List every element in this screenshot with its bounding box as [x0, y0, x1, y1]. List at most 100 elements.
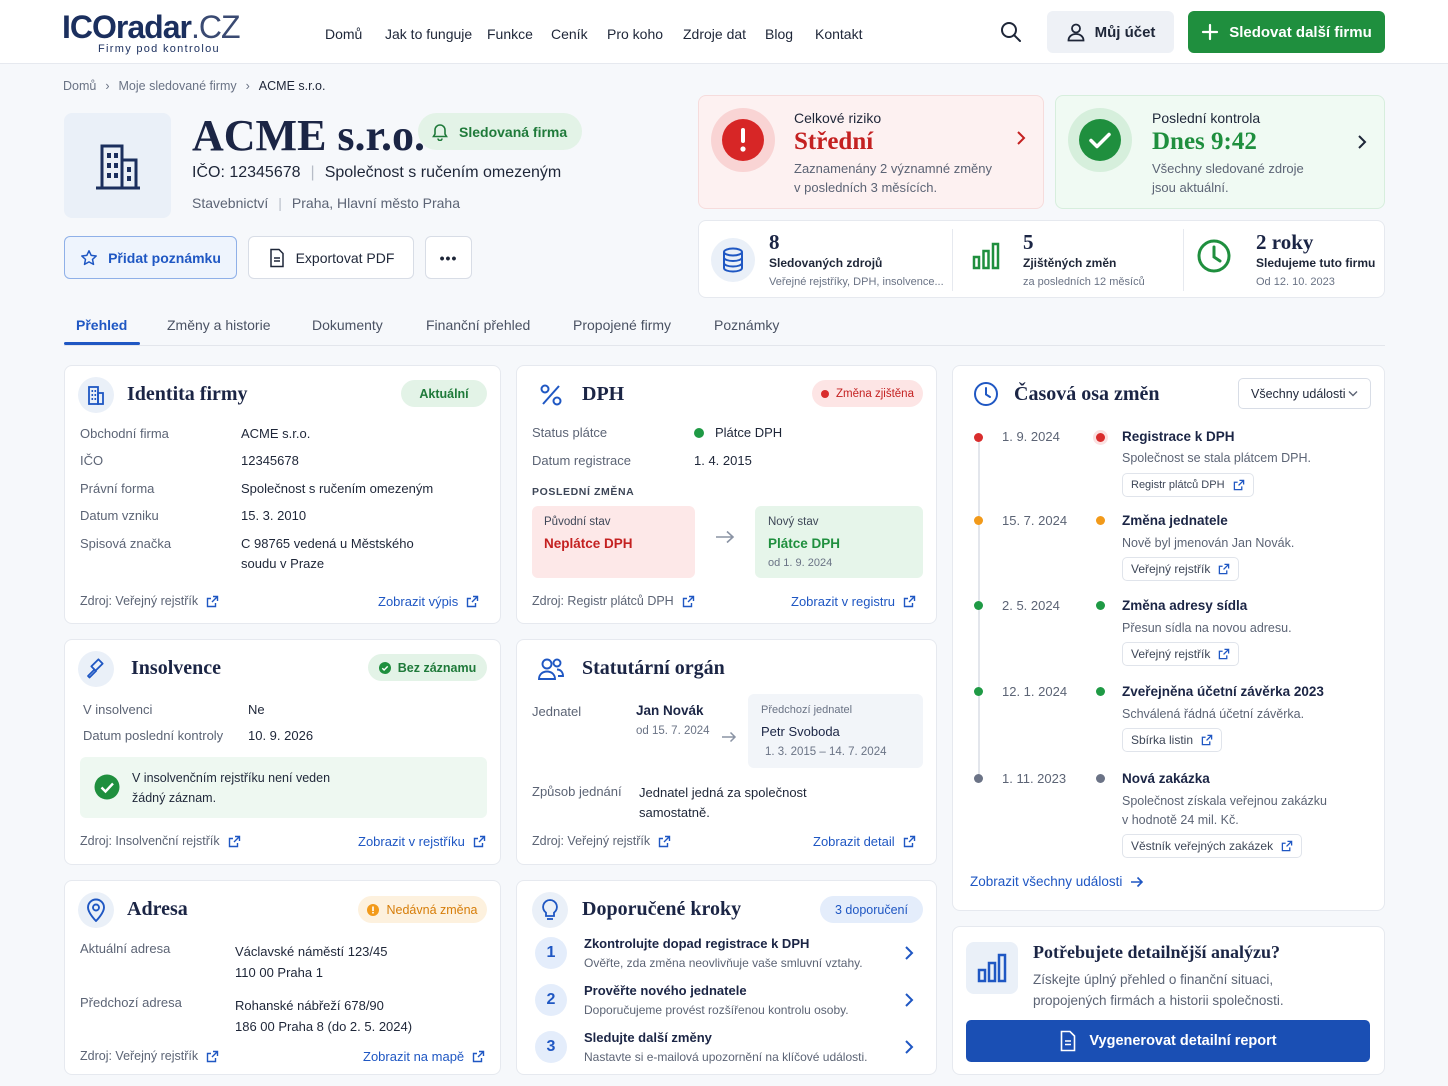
all-events-link[interactable]: Zobrazit všechny události — [970, 874, 1144, 889]
tab-documents[interactable]: Dokumenty — [312, 317, 383, 333]
plus-icon — [1201, 23, 1219, 41]
new-state-since: od 1. 9. 2024 — [768, 557, 833, 569]
identity-row-value: Společnost s ručením omezeným — [241, 481, 434, 496]
tab-related-companies[interactable]: Propojené firmy — [573, 317, 671, 333]
stat-following-label: Sledujeme tuto firmu — [1256, 256, 1376, 270]
breadcrumb-current: ACME s.r.o. — [258, 79, 326, 93]
arrow-right-icon — [721, 731, 737, 743]
view-in-registry-link[interactable]: Zobrazit v registru — [791, 594, 916, 609]
view-on-map-label: Zobrazit na mapě — [363, 1049, 465, 1064]
identity-row-value: 12345678 — [241, 453, 299, 468]
green-dot-icon — [694, 428, 704, 438]
gavel-icon — [78, 651, 114, 687]
red-dot-icon — [821, 389, 829, 398]
timeline-event-desc-line-1: Společnost získala veřejnou zakázku — [1122, 794, 1327, 808]
tab-overview[interactable]: Přehled — [76, 317, 127, 333]
breadcrumb-followed[interactable]: Moje sledované firmy — [119, 79, 237, 93]
nav-pricing[interactable]: Ceník — [551, 26, 588, 42]
nav-features[interactable]: Funkce — [487, 26, 533, 42]
change-detected-badge: Změna zjištěna — [812, 380, 923, 407]
insolvency-source-text: Zdroj: Insolvenční rejstřík — [80, 834, 220, 848]
export-pdf-button[interactable]: Exportovat PDF — [248, 236, 414, 279]
check-icon — [1068, 108, 1132, 172]
address-source[interactable]: Zdroj: Veřejný rejstřík — [80, 1049, 219, 1063]
statutory-source[interactable]: Zdroj: Veřejný rejstřík — [532, 834, 671, 848]
timeline-event-source-chip[interactable]: Věstník veřejných zakázek — [1122, 834, 1303, 858]
external-link-icon — [466, 595, 479, 608]
view-detail-link[interactable]: Zobrazit detail — [813, 834, 916, 849]
add-note-button[interactable]: Přidat poznámku — [64, 236, 237, 279]
view-on-map-link[interactable]: Zobrazit na mapě — [363, 1049, 485, 1064]
view-in-insolvency-registry-link[interactable]: Zobrazit v rejstříku — [358, 834, 486, 849]
timeline-event-source-chip[interactable]: Veřejný rejstřík — [1122, 557, 1240, 581]
timeline-event-source-chip[interactable]: Veřejný rejstřík — [1122, 642, 1240, 666]
last-check-desc-2: jsou aktuální. — [1152, 180, 1229, 195]
in-insolvency-value: Ne — [248, 702, 265, 717]
chevron-right-icon — [904, 1039, 914, 1055]
view-extract-link[interactable]: Zobrazit výpis — [378, 594, 479, 609]
chevron-right-icon: › — [245, 79, 250, 93]
breadcrumb-home[interactable]: Domů — [63, 79, 96, 93]
analysis-title: Potřebujete detailnější analýzu? — [1033, 942, 1280, 962]
tab-financial[interactable]: Finanční přehled — [426, 317, 530, 333]
no-record-text: V insolvenčním rejstříku není veden žádný… — [132, 768, 330, 808]
document-icon — [1059, 1030, 1077, 1052]
change-detected-label: Změna zjištěna — [836, 387, 914, 400]
building-icon — [90, 138, 146, 194]
warning-dot-icon — [367, 903, 380, 916]
identity-source[interactable]: Zdroj: Veřejný rejstřík — [80, 594, 219, 608]
step-item[interactable]: 3 Sledujte další změny Nastavte si e-mai… — [532, 1028, 932, 1068]
last-check-card[interactable]: Poslední kontrola Dnes 9:42 Všechny sled… — [1055, 95, 1385, 209]
tab-bar: Přehled Změny a historie Dokumenty Finan… — [64, 307, 1385, 346]
timeline-event-desc: Společnost získala veřejnou zakázku v hod… — [1122, 792, 1327, 830]
step-number: 3 — [535, 1031, 567, 1063]
nav-blog[interactable]: Blog — [765, 26, 793, 42]
risk-card[interactable]: Celkové riziko Střední Zaznamenány 2 výz… — [698, 95, 1044, 209]
more-options-button[interactable]: ••• — [425, 236, 472, 279]
timeline-event-source-chip[interactable]: Registr plátců DPH — [1122, 473, 1254, 497]
vat-source[interactable]: Zdroj: Registr plátců DPH — [532, 594, 695, 608]
identity-row-value-cont: soudu v Praze — [241, 556, 325, 571]
nav-how-it-works[interactable]: Jak to funguje — [385, 26, 472, 42]
followed-badge[interactable]: Sledovaná firma — [418, 113, 583, 150]
external-link-icon — [1281, 840, 1293, 852]
external-link-icon — [1218, 648, 1230, 660]
generate-report-button[interactable]: Vygenerovat detailní report — [966, 1020, 1370, 1062]
timeline-event-source-chip[interactable]: Sbírka listin — [1122, 728, 1223, 752]
identity-row-value: ACME s.r.o. — [241, 426, 311, 441]
search-icon[interactable] — [1000, 21, 1022, 43]
previous-address-line-1: Rohanské nábřeží 678/90 — [235, 998, 384, 1013]
nav-data-sources[interactable]: Zdroje dat — [683, 26, 746, 42]
new-state-box: Nový stav Plátce DPH od 1. 9. 2024 — [755, 506, 923, 578]
statutory-card: Statutární orgán Jednatel Jan Novák od 1… — [516, 639, 937, 865]
step-title: Zkontrolujte dopad registrace k DPH — [584, 936, 810, 951]
identity-row-label: Datum vzniku — [80, 508, 159, 523]
nav-home[interactable]: Domů — [325, 26, 362, 42]
view-in-insolvency-registry-label: Zobrazit v rejstříku — [358, 834, 465, 849]
timeline-event-title: Změna jednatele — [1122, 513, 1228, 528]
follow-company-button[interactable]: Sledovat další firmu — [1188, 11, 1385, 53]
view-detail-label: Zobrazit detail — [813, 834, 895, 849]
account-button[interactable]: Můj účet — [1047, 11, 1174, 53]
nav-for-whom[interactable]: Pro koho — [607, 26, 663, 42]
timeline-dot — [974, 516, 983, 525]
previous-director-label: Předchozí jednatel — [761, 704, 853, 716]
bar-chart-icon — [966, 942, 1018, 994]
stat-sources-label: Sledovaných zdrojů — [769, 256, 883, 270]
step-item[interactable]: 1 Zkontrolujte dopad registrace k DPH Ov… — [532, 934, 932, 974]
events-filter-select[interactable]: Všechny události — [1238, 378, 1371, 409]
timeline-dot — [974, 433, 983, 442]
tab-notes[interactable]: Poznámky — [714, 317, 779, 333]
tab-changes-history[interactable]: Změny a historie — [167, 317, 270, 333]
status-badge: Aktuální — [401, 380, 487, 407]
director-role-label: Jednatel — [532, 704, 582, 719]
clock-icon — [1196, 238, 1232, 274]
current-address-label: Aktuální adresa — [80, 941, 171, 956]
insolvency-source[interactable]: Zdroj: Insolvenční rejstřík — [80, 834, 241, 848]
generate-report-label: Vygenerovat detailní report — [1089, 1033, 1277, 1049]
step-item[interactable]: 2 Prověřte nového jednatele Doporučujeme… — [532, 981, 932, 1021]
building-icon — [78, 377, 114, 413]
nav-contact[interactable]: Kontakt — [815, 26, 862, 42]
logo[interactable]: ICOradar.CZ Firmy pod kontrolou — [62, 10, 240, 55]
external-link-icon — [473, 835, 486, 848]
